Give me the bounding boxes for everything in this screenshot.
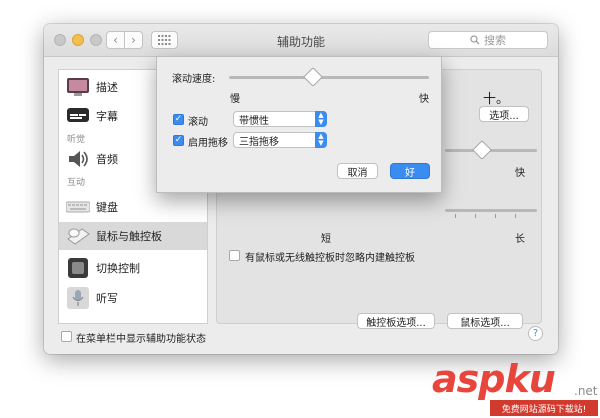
sidebar-item-label: 切换控制 (96, 262, 140, 275)
scrolling-speed-track[interactable] (445, 209, 537, 212)
double-click-speed-thumb[interactable] (472, 140, 492, 160)
tick (475, 214, 476, 218)
ok-button[interactable]: 好 (390, 163, 430, 179)
speaker-icon (69, 151, 88, 167)
switch-control-icon (68, 258, 88, 278)
trackpad-icon (67, 228, 90, 245)
help-button[interactable]: ? (528, 326, 543, 341)
trackpad-options-sheet: 滚动速度: 慢 快 ✓ 滚动 带惯性 ▲ ▼ ✓ 启用拖移 三指拖移 ▲ ▼ 取消 … (156, 56, 442, 193)
search-placeholder: 搜索 (484, 34, 506, 47)
sidebar-item-label: 听写 (96, 292, 118, 305)
sidebar-item-switch-control[interactable]: 切换控制 (59, 254, 207, 282)
dragging-label: 启用拖移 (188, 138, 228, 149)
logo-tagline: 免费网站源码下载站! (490, 400, 598, 416)
ignore-trackpad-checkbox[interactable] (229, 250, 240, 261)
sidebar-item-keyboard[interactable]: 键盘 (59, 193, 207, 221)
aspku-logo: aspku .net (432, 357, 598, 401)
scrolling-checkbox[interactable]: ✓ (173, 114, 184, 125)
dragging-popup-value: 三指拖移 (239, 136, 279, 148)
sidebar-header-hearing: 听觉 (67, 135, 86, 145)
trackpad-options-button[interactable]: 触控板选项... (357, 313, 435, 329)
captions-icon (67, 108, 89, 122)
logo-text: aspku (432, 357, 556, 401)
sidebar-item-label: 字幕 (96, 110, 118, 123)
sidebar-item-label: 键盘 (96, 201, 118, 214)
scroll-speed-track[interactable] (229, 76, 429, 79)
sidebar-item-dictation[interactable]: 听写 (59, 284, 207, 312)
slider2-min-label: 短 (321, 234, 331, 245)
sidebar-item-mouse-trackpad[interactable]: 鼠标与触控板 (59, 222, 207, 250)
scrolling-popup[interactable]: 带惯性 ▲ ▼ (233, 111, 327, 127)
slider2-max-label: 长 (515, 234, 525, 245)
slider1-max-label: 快 (515, 168, 525, 179)
options-button[interactable]: 选项... (479, 106, 529, 122)
scroll-speed-thumb[interactable] (303, 67, 323, 87)
tick (515, 214, 516, 218)
partial-text: 十。 (483, 92, 510, 107)
show-status-checkbox[interactable] (61, 331, 72, 342)
scrolling-popup-value: 带惯性 (239, 115, 269, 127)
title-bar: ‹ › 辅助功能 搜索 (44, 24, 558, 57)
ignore-trackpad-label: 有鼠标或无线触控板时忽略内建触控板 (245, 253, 415, 264)
popup-arrows-icon: ▲ ▼ (315, 132, 327, 148)
scroll-speed-max-label: 快 (419, 94, 429, 105)
question-mark-icon: ? (532, 328, 539, 339)
popup-arrows-icon: ▲ ▼ (315, 111, 327, 127)
keyboard-icon (66, 201, 90, 213)
display-icon (67, 78, 89, 96)
search-icon (470, 35, 480, 45)
sidebar-item-label: 描述 (96, 81, 118, 94)
mouse-options-button[interactable]: 鼠标选项... (447, 313, 523, 329)
scrolling-label: 滚动 (188, 117, 208, 128)
sidebar-item-label: 音频 (96, 153, 118, 166)
scroll-speed-min-label: 慢 (230, 94, 240, 105)
dragging-checkbox[interactable]: ✓ (173, 135, 184, 146)
scroll-speed-label: 滚动速度: (172, 74, 216, 85)
tick (455, 214, 456, 218)
cancel-button[interactable]: 取消 (337, 163, 378, 179)
show-status-label: 在菜单栏中显示辅助功能状态 (76, 334, 206, 345)
sidebar-header-interaction: 互动 (67, 178, 86, 188)
search-input[interactable]: 搜索 (428, 31, 548, 49)
sidebar-item-label: 鼠标与触控板 (96, 230, 162, 243)
tick (495, 214, 496, 218)
dragging-popup[interactable]: 三指拖移 ▲ ▼ (233, 132, 327, 148)
microphone-icon (67, 287, 89, 309)
